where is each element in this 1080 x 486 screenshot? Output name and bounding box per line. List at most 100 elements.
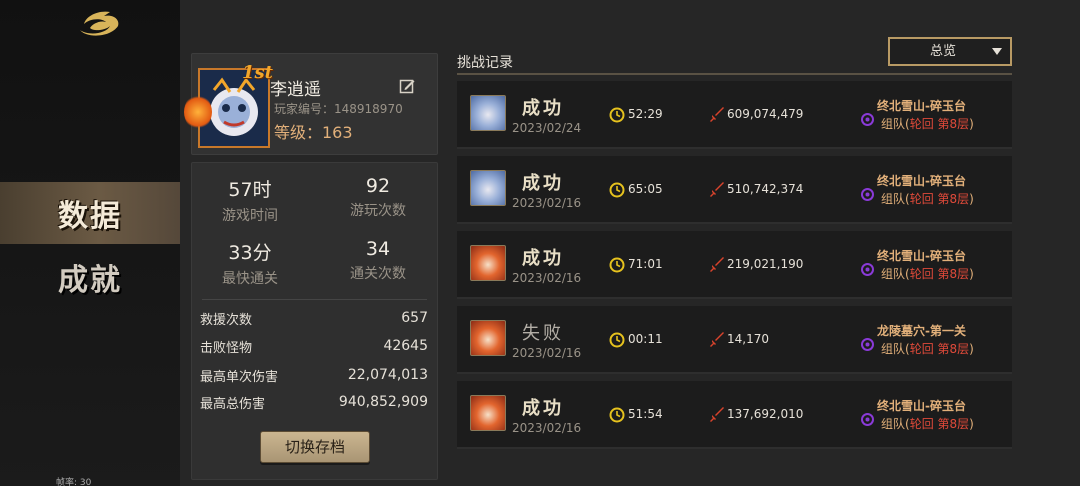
- record-time: 65:05: [628, 182, 663, 196]
- sword-damage-icon: [710, 257, 724, 272]
- player-id: 玩家编号：148918970: [274, 102, 403, 116]
- stat-row-value: 657: [401, 310, 428, 326]
- record-result: 成功: [522, 173, 564, 194]
- record-map: 终北雪山-碎玉台: [877, 399, 966, 413]
- record-result: 失败: [522, 323, 564, 344]
- filter-dropdown[interactable]: 总览: [888, 37, 1012, 66]
- mode-suffix: ): [969, 342, 974, 356]
- record-map: 终北雪山-碎玉台: [877, 99, 966, 113]
- record-date: 2023/02/16: [512, 421, 582, 435]
- tiger-avatar-icon: [470, 170, 506, 206]
- edit-name-icon[interactable]: [399, 78, 415, 94]
- records-divider: [457, 73, 1012, 75]
- stat-value: 33分: [228, 242, 272, 264]
- record-date: 2023/02/16: [512, 346, 582, 360]
- mode-suffix: ): [969, 192, 974, 206]
- records-title: 挑战记录: [457, 55, 513, 71]
- record-result: 成功: [522, 98, 564, 119]
- record-row[interactable]: 成功 2023/02/16 71:01 219,021,190 终北雪山-碎玉台 组队(轮…: [457, 231, 1012, 299]
- stat-row-value: 940,852,909: [338, 394, 428, 410]
- fps-counter: 帧率: 30: [56, 478, 92, 486]
- record-mode: 组队(轮回 第8层): [881, 340, 974, 357]
- stats-panel: 57时 游戏时间 92 游玩次数 33分 最快通关 34 通关次数 救援次数 6…: [191, 162, 438, 480]
- record-date: 2023/02/16: [512, 196, 582, 210]
- record-result: 成功: [522, 398, 564, 419]
- record-damage: 510,742,374: [727, 182, 804, 196]
- mode-prefix: 组队(: [881, 267, 910, 281]
- clock-icon: [609, 407, 625, 423]
- record-mode: 组队(轮回 第8层): [881, 115, 974, 132]
- flame-decoration-icon: [184, 94, 212, 130]
- player-level: 等级：163: [274, 123, 353, 142]
- record-row[interactable]: 失败 2023/02/16 00:11 14,170 龙陵墓穴-第一关 组队(轮回 第8层…: [457, 306, 1012, 374]
- sword-damage-icon: [710, 332, 724, 347]
- stat-label: 游戏时间: [222, 208, 278, 224]
- record-damage: 137,692,010: [727, 407, 804, 421]
- switch-save-button[interactable]: 切换存档: [260, 431, 370, 463]
- record-map: 终北雪山-碎玉台: [877, 174, 966, 188]
- stat-row-label: 救援次数: [200, 312, 253, 328]
- clock-icon: [609, 257, 625, 273]
- stat-play-time: 57时 游戏时间: [200, 175, 300, 225]
- stat-fastest-clear: 33分 最快通关: [200, 238, 300, 288]
- stat-label: 通关次数: [350, 266, 406, 282]
- stat-row-value: 42645: [383, 338, 428, 354]
- record-map: 龙陵墓穴-第一关: [877, 324, 966, 338]
- clock-icon: [609, 182, 625, 198]
- record-map: 终北雪山-碎玉台: [877, 249, 966, 263]
- filter-selected-value: 总览: [930, 44, 957, 59]
- record-time: 51:54: [628, 407, 663, 421]
- mode-suffix: ): [969, 117, 974, 131]
- left-nav: 数据 成就 帧率: 30: [0, 0, 180, 486]
- stat-row-max-single-damage: 最高单次伤害 22,074,013: [200, 365, 428, 385]
- player-name: 李逍遥: [270, 80, 321, 100]
- sword-damage-icon: [710, 107, 724, 122]
- stat-row-max-total-damage: 最高总伤害 940,852,909: [200, 392, 428, 412]
- mode-difficulty: 轮回 第8层: [909, 117, 970, 131]
- stat-row-rescues: 救援次数 657: [200, 308, 428, 328]
- sword-damage-icon: [710, 407, 724, 422]
- record-time: 71:01: [628, 257, 663, 271]
- mode-prefix: 组队(: [881, 342, 910, 356]
- record-date: 2023/02/24: [512, 121, 582, 135]
- tab-data[interactable]: 数据: [0, 182, 180, 244]
- record-row[interactable]: 成功 2023/02/24 52:29 609,074,479 终北雪山-碎玉台 组队(轮…: [457, 81, 1012, 149]
- stat-row-label: 击败怪物: [200, 340, 253, 356]
- mode-suffix: ): [969, 267, 974, 281]
- stat-row-label: 最高单次伤害: [200, 369, 279, 385]
- mode-prefix: 组队(: [881, 417, 910, 431]
- portal-icon: [861, 113, 874, 126]
- fox-avatar-icon: [470, 245, 506, 281]
- record-row[interactable]: 成功 2023/02/16 65:05 510,742,374 终北雪山-碎玉台组队(轮…: [457, 156, 1012, 224]
- record-mode: 组队(轮回 第8层): [881, 415, 974, 432]
- clock-icon: [609, 332, 625, 348]
- portal-icon: [861, 188, 874, 201]
- portal-icon: [861, 338, 874, 351]
- mode-difficulty: 轮回 第8层: [909, 192, 970, 206]
- fox-avatar-icon: [470, 395, 506, 431]
- game-logo-icon: [80, 11, 119, 36]
- clock-icon: [609, 107, 625, 123]
- stat-label: 游玩次数: [350, 203, 406, 219]
- tiger-avatar-icon: [470, 95, 506, 131]
- record-row[interactable]: 成功 2023/02/16 51:54 137,692,010 终北雪山-碎玉台组队(轮…: [457, 381, 1012, 449]
- stat-value: 57时: [228, 179, 272, 201]
- stat-value: 92: [365, 175, 391, 197]
- record-time: 00:11: [628, 332, 663, 346]
- record-damage: 609,074,479: [727, 107, 804, 121]
- mode-difficulty: 轮回 第8层: [909, 417, 970, 431]
- mode-prefix: 组队(: [881, 117, 910, 131]
- sword-damage-icon: [710, 182, 724, 197]
- profile-card: 1st 李逍遥 玩家编号：148918970 等级：163: [184, 53, 438, 155]
- stat-row-monsters: 击败怪物 42645: [200, 336, 428, 356]
- stat-clear-count: 34 通关次数: [328, 238, 428, 283]
- stats-divider: [202, 299, 427, 300]
- portal-icon: [861, 413, 874, 426]
- record-result: 成功: [522, 248, 564, 269]
- tab-achievements[interactable]: 成就: [0, 246, 180, 308]
- mode-difficulty: 轮回 第8层: [909, 267, 970, 281]
- chevron-down-icon: [992, 48, 1002, 55]
- record-date: 2023/02/16: [512, 271, 582, 285]
- stat-row-label: 最高总伤害: [200, 396, 266, 412]
- mode-prefix: 组队(: [881, 192, 910, 206]
